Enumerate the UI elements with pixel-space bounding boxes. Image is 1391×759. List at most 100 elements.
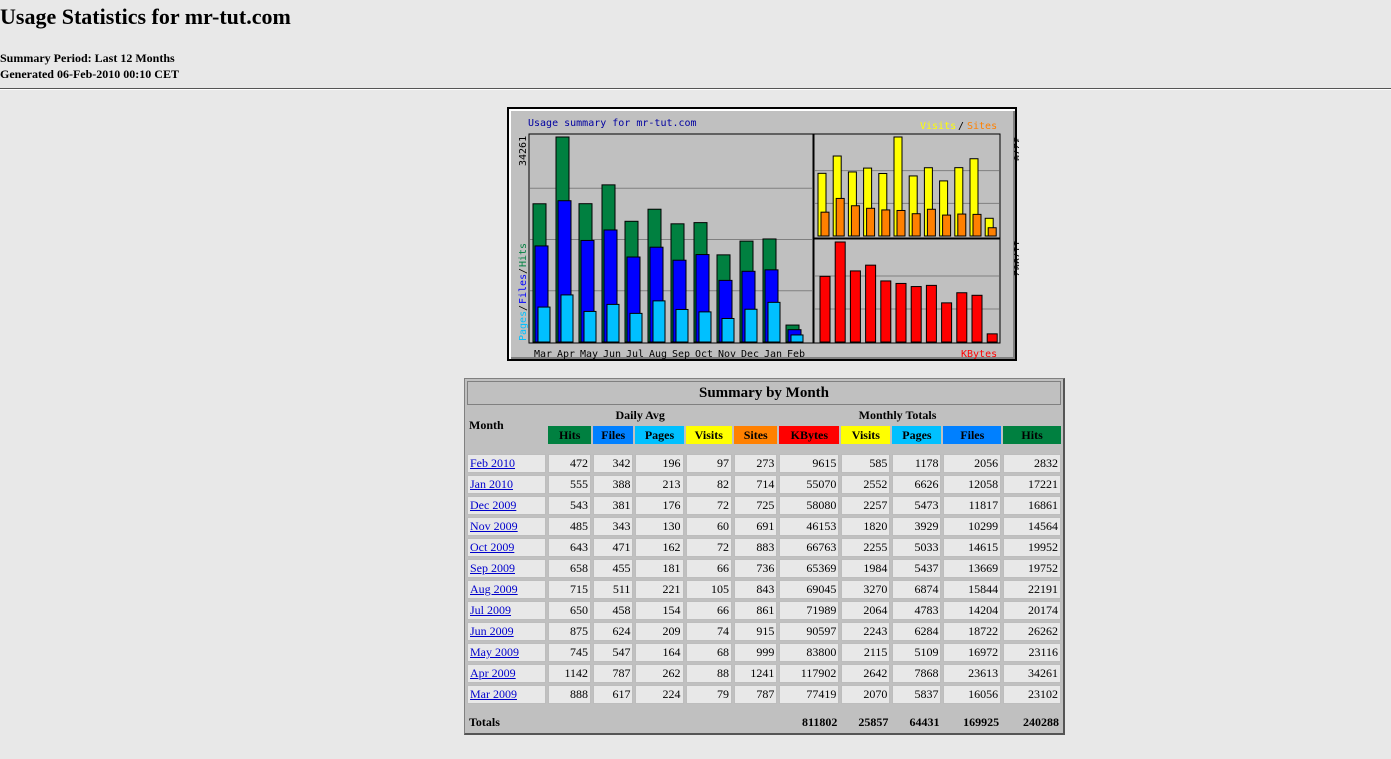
- sites-bar: [987, 227, 997, 237]
- kbytes-bar: [849, 270, 861, 343]
- kbytes-bar: [925, 284, 937, 343]
- month-label: Mar: [534, 349, 552, 360]
- sites-bar: [926, 208, 936, 237]
- cell-m-pages: 4783: [892, 601, 942, 620]
- cell-d-pages: 181: [635, 559, 684, 578]
- cell-d-pages: 196: [635, 454, 684, 473]
- cell-m-sites: 691: [734, 517, 778, 536]
- total-hits: 240288: [1003, 714, 1061, 731]
- cell-d-visits: 74: [685, 622, 733, 641]
- month-link[interactable]: Dec 2009: [470, 498, 516, 512]
- month-link[interactable]: Sep 2009: [470, 561, 515, 575]
- table-row: Jan 2010 555 388 213 82 714 55070 2552 6626 12058…: [467, 475, 1061, 494]
- cell-m-sites: 843: [734, 580, 778, 599]
- cell-m-kbytes: 65369: [779, 559, 840, 578]
- usage-graph-svg: Usage summary for mr-tut.com Visits / Si…: [518, 118, 1019, 360]
- pages-bar: [652, 300, 666, 343]
- col-daily-files: Files: [593, 426, 634, 444]
- month-label: Nov: [718, 349, 736, 360]
- total-visits: 25857: [841, 714, 891, 731]
- sites-bar: [866, 207, 876, 237]
- cell-m-kbytes: 9615: [779, 454, 840, 473]
- cell-m-hits: 14564: [1003, 517, 1061, 536]
- month-link[interactable]: Jan 2010: [470, 477, 513, 491]
- pages-bar: [698, 311, 712, 343]
- separator: [467, 706, 1061, 712]
- cell-m-visits: 2552: [841, 475, 891, 494]
- sites-bar: [881, 209, 891, 237]
- cell-d-files: 455: [593, 559, 634, 578]
- cell-m-pages: 5033: [892, 538, 942, 557]
- col-daily-hits: Hits: [548, 426, 592, 444]
- cell-m-visits: 2070: [841, 685, 891, 704]
- cell-m-sites: 861: [734, 601, 778, 620]
- totals-label: Totals: [467, 714, 778, 731]
- kbytes-bar: [956, 292, 968, 343]
- table-row: Jun 2009 875 624 209 74 915 90597 2243 6284 18722…: [467, 622, 1061, 641]
- cell-m-kbytes: 66763: [779, 538, 840, 557]
- kbytes-bar: [880, 280, 892, 343]
- cell-d-files: 547: [593, 643, 634, 662]
- cell-m-files: 14204: [943, 601, 1002, 620]
- cell-m-hits: 26262: [1003, 622, 1061, 641]
- month-cell: Jan 2010: [467, 475, 547, 494]
- usage-summary-graph: Usage summary for mr-tut.com Visits / Si…: [507, 107, 1019, 361]
- col-monthly-pages: Pages: [892, 426, 942, 444]
- cell-d-hits: 745: [548, 643, 592, 662]
- table-row: Feb 2010 472 342 196 97 273 9615 585 1178 2056 283…: [467, 454, 1061, 473]
- table-row: Oct 2009 643 471 162 72 883 66763 2255 5033 14615…: [467, 538, 1061, 557]
- cell-m-visits: 2255: [841, 538, 891, 557]
- cell-m-kbytes: 46153: [779, 517, 840, 536]
- cell-m-files: 13669: [943, 559, 1002, 578]
- month-link[interactable]: Feb 2010: [470, 456, 515, 470]
- month-header: Month: [467, 407, 547, 444]
- month-cell: Sep 2009: [467, 559, 547, 578]
- kbytes-bar: [971, 294, 983, 343]
- cell-m-pages: 7868: [892, 664, 942, 683]
- sites-bar: [896, 209, 906, 237]
- month-cell: Feb 2010: [467, 454, 547, 473]
- col-daily-pages: Pages: [635, 426, 684, 444]
- cell-m-kbytes: 83800: [779, 643, 840, 662]
- legend-sites: Sites: [967, 121, 997, 132]
- cell-d-hits: 643: [548, 538, 592, 557]
- cell-d-hits: 715: [548, 580, 592, 599]
- cell-d-hits: 472: [548, 454, 592, 473]
- cell-m-files: 11817: [943, 496, 1002, 515]
- cell-m-visits: 585: [841, 454, 891, 473]
- cell-d-visits: 66: [685, 559, 733, 578]
- cell-d-pages: 130: [635, 517, 684, 536]
- month-link[interactable]: Mar 2009: [470, 687, 517, 701]
- cell-m-pages: 3929: [892, 517, 942, 536]
- sites-bar: [957, 213, 967, 237]
- month-link[interactable]: Apr 2009: [470, 666, 516, 680]
- sites-bar: [835, 197, 845, 237]
- cell-m-hits: 20174: [1003, 601, 1061, 620]
- cell-m-hits: 22191: [1003, 580, 1061, 599]
- cell-d-files: 471: [593, 538, 634, 557]
- table-row: Aug 2009 715 511 221 105 843 69045 3270 6874 1584…: [467, 580, 1061, 599]
- month-label: Dec: [741, 349, 759, 360]
- right-bottom-max: 117902: [1011, 240, 1019, 276]
- cell-d-hits: 485: [548, 517, 592, 536]
- month-link[interactable]: Nov 2009: [470, 519, 518, 533]
- month-link[interactable]: Aug 2009: [470, 582, 518, 596]
- cell-m-files: 16056: [943, 685, 1002, 704]
- cell-d-files: 458: [593, 601, 634, 620]
- cell-d-files: 624: [593, 622, 634, 641]
- legend-visits: Visits: [920, 121, 956, 132]
- cell-m-files: 14615: [943, 538, 1002, 557]
- month-label: May: [580, 349, 598, 360]
- cell-m-files: 2056: [943, 454, 1002, 473]
- cell-m-pages: 6626: [892, 475, 942, 494]
- pages-bar: [767, 301, 781, 343]
- month-link[interactable]: May 2009: [470, 645, 519, 659]
- cell-d-files: 617: [593, 685, 634, 704]
- axis-slash-1: /: [518, 305, 529, 311]
- pages-bar: [675, 308, 689, 343]
- month-link[interactable]: Jul 2009: [470, 603, 511, 617]
- cell-m-pages: 5109: [892, 643, 942, 662]
- month-link[interactable]: Oct 2009: [470, 540, 514, 554]
- cell-m-files: 12058: [943, 475, 1002, 494]
- month-link[interactable]: Jun 2009: [470, 624, 514, 638]
